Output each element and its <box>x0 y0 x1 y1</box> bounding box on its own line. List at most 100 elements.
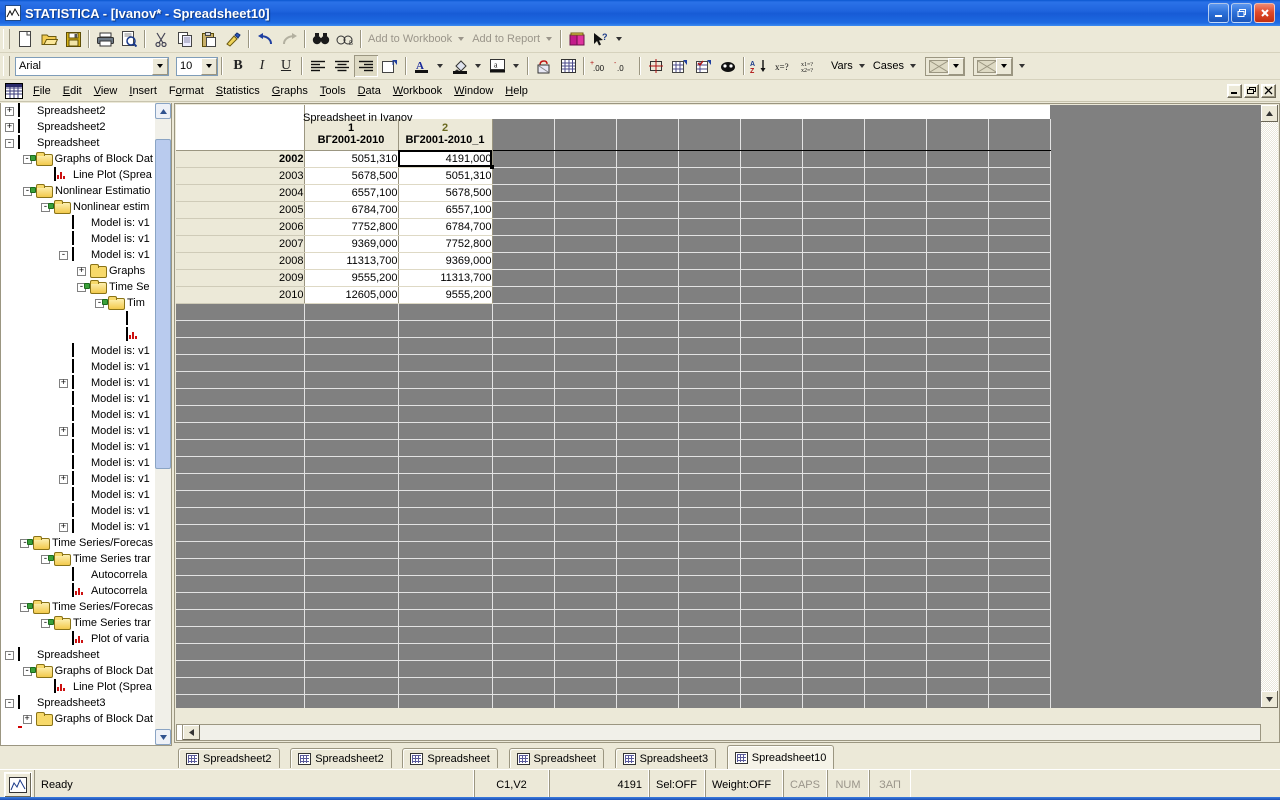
empty-cell[interactable] <box>926 388 989 406</box>
empty-cell[interactable] <box>864 269 927 287</box>
grid-scroll-up-button[interactable] <box>1261 105 1278 122</box>
empty-cell[interactable] <box>398 337 493 355</box>
tree-node[interactable]: - Time Series/Forecas <box>1 535 153 551</box>
empty-cell[interactable] <box>176 575 305 593</box>
cases-button[interactable]: Cases <box>870 60 907 72</box>
tree-node[interactable]: Model is: v1 <box>1 455 153 471</box>
empty-cell[interactable] <box>802 592 865 610</box>
empty-cell[interactable] <box>304 371 399 389</box>
empty-cell[interactable] <box>740 150 803 168</box>
empty-cell[interactable] <box>926 371 989 389</box>
empty-column-header[interactable] <box>740 119 803 151</box>
data-cell[interactable]: 9369,000 <box>398 252 493 270</box>
row-header[interactable]: 2010 <box>176 286 305 304</box>
menu-item-help[interactable]: Help <box>499 82 534 100</box>
empty-cell[interactable] <box>988 201 1051 219</box>
empty-cell[interactable] <box>926 592 989 610</box>
empty-cell[interactable] <box>678 405 741 423</box>
empty-cell[interactable] <box>304 609 399 627</box>
sort-icon[interactable]: AZ <box>748 55 774 77</box>
grid-icon[interactable] <box>556 55 580 77</box>
empty-cell[interactable] <box>616 643 679 661</box>
vars-chevron-down-icon[interactable] <box>858 64 865 68</box>
empty-cell[interactable] <box>304 422 399 440</box>
tree-node[interactable]: + Graphs <box>1 263 153 279</box>
tree-expand-icon[interactable]: + <box>59 522 68 532</box>
empty-cell[interactable] <box>398 405 493 423</box>
empty-cell[interactable] <box>802 677 865 695</box>
tree-scrollbar-thumb[interactable] <box>155 139 171 469</box>
empty-cell[interactable] <box>398 541 493 559</box>
cell-properties-icon[interactable] <box>378 55 402 77</box>
empty-cell[interactable] <box>802 626 865 644</box>
data-cell[interactable]: 9555,200 <box>304 269 399 287</box>
cases-select-combo[interactable] <box>973 56 1013 76</box>
tree-node[interactable] <box>1 311 153 327</box>
empty-cell[interactable] <box>492 405 555 423</box>
empty-cell[interactable] <box>926 626 989 644</box>
empty-cell[interactable] <box>304 592 399 610</box>
empty-cell[interactable] <box>740 439 803 457</box>
empty-cell[interactable] <box>616 150 679 168</box>
empty-cell[interactable] <box>398 609 493 627</box>
empty-cell[interactable] <box>678 388 741 406</box>
empty-cell[interactable] <box>926 320 989 338</box>
menu-item-window[interactable]: Window <box>448 82 499 100</box>
empty-cell[interactable] <box>492 592 555 610</box>
empty-column-header[interactable] <box>678 119 741 151</box>
lock-icon[interactable] <box>532 55 556 77</box>
empty-column-header[interactable] <box>988 119 1051 151</box>
empty-cell[interactable] <box>926 609 989 627</box>
empty-cell[interactable] <box>398 592 493 610</box>
help-arrow-icon[interactable]: ? <box>589 28 613 50</box>
grid-vertical-scrollbar[interactable] <box>1261 105 1278 708</box>
decrease-decimal-icon[interactable]: - .0 <box>612 55 636 77</box>
add-to-report-button[interactable]: Add to Report <box>469 33 543 45</box>
empty-cell[interactable] <box>678 609 741 627</box>
close-button[interactable] <box>1254 3 1275 23</box>
row-header[interactable]: 2003 <box>176 167 305 185</box>
empty-cell[interactable] <box>678 201 741 219</box>
tree-node[interactable]: Model is: v1 <box>1 439 153 455</box>
empty-row[interactable] <box>176 507 1051 525</box>
row-header[interactable]: 2007 <box>176 235 305 253</box>
empty-cell[interactable] <box>740 541 803 559</box>
empty-cell[interactable] <box>864 388 927 406</box>
empty-cell[interactable] <box>492 575 555 593</box>
empty-cell[interactable] <box>554 439 617 457</box>
row-header[interactable]: 2004 <box>176 184 305 202</box>
empty-cell[interactable] <box>802 439 865 457</box>
empty-row[interactable] <box>176 371 1051 389</box>
empty-cell[interactable] <box>740 286 803 304</box>
data-cell[interactable]: 7752,800 <box>398 235 493 253</box>
empty-cell[interactable] <box>740 252 803 270</box>
empty-row[interactable] <box>176 303 1051 321</box>
empty-cell[interactable] <box>398 422 493 440</box>
empty-cell[interactable] <box>988 694 1051 708</box>
empty-row[interactable] <box>176 558 1051 576</box>
tree-node[interactable]: Plot of varia <box>1 631 153 647</box>
empty-cell[interactable] <box>740 354 803 372</box>
empty-cell[interactable] <box>304 439 399 457</box>
empty-cell[interactable] <box>678 354 741 372</box>
empty-cell[interactable] <box>554 371 617 389</box>
data-cell[interactable]: 5678,500 <box>398 184 493 202</box>
align-center-icon[interactable] <box>330 55 354 77</box>
spreadsheet-grid[interactable]: 1 ВГ2001-2010 2 ВГ2001-2010_1 2002 5051,310 41… <box>176 105 1261 708</box>
empty-cell[interactable] <box>554 575 617 593</box>
empty-cell[interactable] <box>740 677 803 695</box>
empty-cell[interactable] <box>802 507 865 525</box>
empty-cell[interactable] <box>740 235 803 253</box>
empty-cell[interactable] <box>176 371 305 389</box>
empty-row[interactable] <box>176 524 1051 542</box>
empty-cell[interactable] <box>616 592 679 610</box>
empty-cell[interactable] <box>926 269 989 287</box>
empty-cell[interactable] <box>304 643 399 661</box>
empty-cell[interactable] <box>926 252 989 270</box>
empty-cell[interactable] <box>740 388 803 406</box>
row-header[interactable]: 2006 <box>176 218 305 236</box>
empty-cell[interactable] <box>616 320 679 338</box>
empty-row[interactable] <box>176 439 1051 457</box>
empty-cell[interactable] <box>740 609 803 627</box>
tree-expand-icon[interactable]: + <box>5 122 14 132</box>
